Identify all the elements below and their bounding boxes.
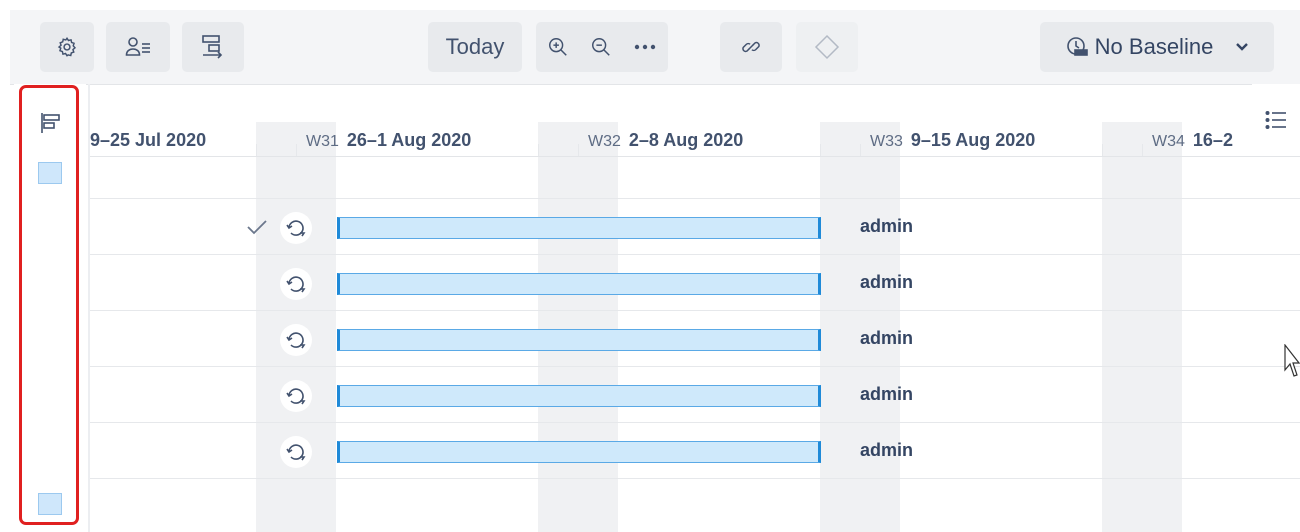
zoom-in-button[interactable] — [536, 22, 580, 72]
week-number: W31 — [306, 133, 339, 150]
baseline-dropdown[interactable]: No Baseline — [1040, 22, 1274, 72]
task-row[interactable]: admin — [90, 256, 1300, 312]
task-row[interactable]: admin — [90, 368, 1300, 424]
header-divider — [90, 156, 1300, 157]
week-range: 9–25 Jul 2020 — [90, 130, 207, 150]
gear-icon — [57, 37, 77, 57]
hierarchy-button[interactable] — [182, 22, 244, 72]
milestone-button[interactable] — [796, 22, 858, 72]
hierarchy-icon — [202, 35, 223, 59]
task-row[interactable]: admin — [90, 200, 1300, 256]
task-bar[interactable] — [337, 217, 821, 239]
today-button[interactable]: Today — [428, 22, 522, 72]
user-list-icon — [125, 37, 150, 56]
week-range: 26–1 Aug 2020 — [346, 130, 472, 150]
zoom-in-icon — [549, 38, 567, 56]
task-bar[interactable] — [337, 385, 821, 407]
link-icon — [742, 41, 760, 53]
week-range: 9–15 Aug 2020 — [910, 130, 1036, 150]
zoom-out-icon — [592, 38, 610, 56]
assignee-label: admin — [860, 216, 914, 236]
highlight-box — [19, 85, 79, 525]
mouse-cursor-icon — [1284, 344, 1300, 377]
day-tick — [538, 144, 539, 156]
gantt-toolbar: Today No Baseline — [10, 10, 1300, 85]
today-label: Today — [445, 34, 505, 59]
day-tick — [1142, 144, 1143, 156]
task-row[interactable]: admin — [90, 424, 1300, 480]
day-tick — [1102, 144, 1103, 156]
day-tick — [256, 144, 257, 156]
repeat-task-icon[interactable] — [280, 380, 312, 412]
settings-button[interactable] — [40, 22, 94, 72]
chevron-down-icon — [1236, 43, 1249, 51]
assignee-label: admin — [860, 328, 914, 348]
task-bar[interactable] — [337, 441, 821, 463]
day-tick — [860, 144, 861, 156]
week-number: W33 — [870, 133, 903, 150]
baseline-label: No Baseline — [1094, 34, 1214, 59]
week-label: W31 26–1 Aug 2020 — [306, 130, 471, 151]
task-row[interactable]: admin — [90, 312, 1300, 368]
day-tick — [578, 144, 579, 156]
week-label: W33 9–15 Aug 2020 — [870, 130, 1035, 151]
week-range: 16–2 — [1192, 130, 1233, 150]
day-tick — [820, 144, 821, 156]
assignee-label: admin — [860, 384, 914, 404]
zoom-out-button[interactable] — [580, 22, 622, 72]
row-divider — [90, 198, 1300, 199]
week-label: 9–25 Jul 2020 — [90, 130, 206, 151]
check-icon — [247, 220, 267, 235]
task-bar[interactable] — [337, 273, 821, 295]
baseline-icon — [1066, 37, 1088, 56]
assignee-label: admin — [860, 272, 914, 292]
repeat-task-icon[interactable] — [280, 324, 312, 356]
gantt-timeline: 9–25 Jul 2020 W31 26–1 Aug 2020 W32 2–8 Au… — [90, 84, 1300, 532]
repeat-task-icon[interactable] — [280, 268, 312, 300]
link-button[interactable] — [720, 22, 782, 72]
day-tick — [296, 144, 297, 156]
week-label: W34 16–2 — [1152, 130, 1233, 151]
users-button[interactable] — [106, 22, 170, 72]
diamond-icon — [814, 34, 840, 60]
week-number: W34 — [1152, 133, 1185, 150]
repeat-task-icon[interactable] — [280, 212, 312, 244]
repeat-task-icon[interactable] — [280, 436, 312, 468]
column-menu-button[interactable] — [1252, 84, 1300, 156]
assignee-label: admin — [860, 440, 914, 460]
more-icon — [634, 44, 656, 50]
week-label: W32 2–8 Aug 2020 — [588, 130, 743, 151]
more-button[interactable] — [622, 22, 668, 72]
task-bar[interactable] — [337, 329, 821, 351]
list-menu-icon — [1265, 110, 1286, 130]
week-range: 2–8 Aug 2020 — [628, 130, 744, 150]
week-number: W32 — [588, 133, 621, 150]
